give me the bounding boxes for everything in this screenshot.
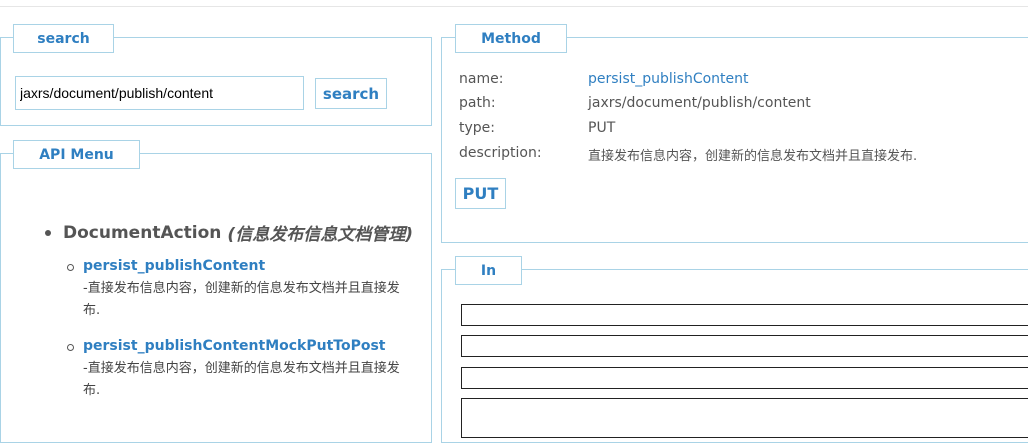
method-panel bbox=[441, 37, 1028, 243]
menu-item-desc: -直接发布信息内容，创建新的信息发布文档并且直接发布. bbox=[83, 281, 400, 318]
method-desc-label: description: bbox=[459, 145, 542, 161]
method-name-label: name: bbox=[459, 71, 504, 87]
method-type-label: type: bbox=[459, 120, 495, 136]
in-legend: In bbox=[455, 256, 522, 285]
top-divider bbox=[0, 6, 1028, 7]
method-path-label: path: bbox=[459, 95, 496, 111]
api-menu-legend: API Menu bbox=[13, 140, 140, 169]
menu-group-documentaction: DocumentAction (信息发布信息文档管理) bbox=[45, 220, 413, 245]
in-param-box bbox=[461, 367, 1028, 389]
menu-item-link[interactable]: persist_publishContent bbox=[83, 258, 265, 274]
ring-bullet-icon bbox=[67, 264, 74, 271]
method-path-value: jaxrs/document/publish/content bbox=[588, 95, 811, 111]
method-name-value[interactable]: persist_publishContent bbox=[588, 71, 749, 87]
method-desc-value: 直接发布信息内容，创建新的信息发布文档并且直接发布. bbox=[588, 149, 918, 164]
in-param-box bbox=[461, 398, 1028, 438]
menu-group-name: DocumentAction bbox=[63, 222, 222, 243]
in-param-box bbox=[461, 335, 1028, 357]
menu-item-desc: -直接发布信息内容，创建新的信息发布文档并且直接发布. bbox=[83, 361, 400, 398]
search-legend: search bbox=[13, 24, 114, 53]
in-param-box bbox=[461, 304, 1028, 326]
method-type-value: PUT bbox=[588, 120, 616, 136]
put-button[interactable]: PUT bbox=[455, 178, 506, 209]
menu-item-link[interactable]: persist_publishContentMockPutToPost bbox=[83, 338, 385, 354]
menu-group-subtitle: (信息发布信息文档管理) bbox=[227, 225, 413, 245]
ring-bullet-icon bbox=[67, 344, 74, 351]
bullet-icon bbox=[45, 229, 51, 236]
search-input[interactable] bbox=[15, 76, 304, 110]
search-button[interactable]: search bbox=[315, 78, 387, 109]
method-legend: Method bbox=[455, 24, 567, 53]
